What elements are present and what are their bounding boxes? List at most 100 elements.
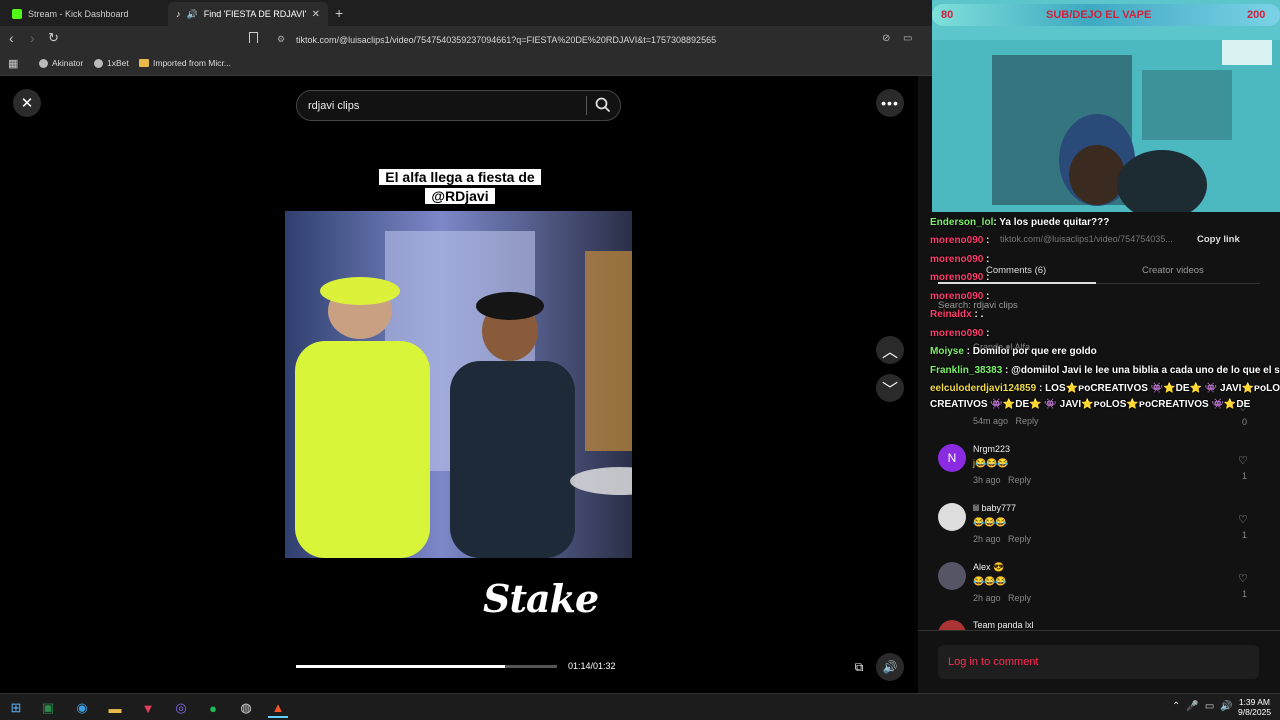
chat-text: : Ya los puede quitar???: [993, 217, 1110, 228]
volume-button[interactable]: 🔊: [876, 653, 904, 681]
tab-kick[interactable]: Stream - Kick Dashboard: [4, 2, 168, 26]
bookmark-folder-imported[interactable]: Imported from Micr...: [139, 58, 231, 68]
search-icon[interactable]: [595, 97, 611, 113]
clock[interactable]: 1:39 AM 9/8/2025: [1238, 697, 1271, 717]
like-count: 1: [1242, 471, 1248, 481]
comment-author[interactable]: lil baby777: [973, 503, 1016, 513]
chat-message: CREATIVOS 👾⭐DE⭐ 👾 JAVI⭐ᴘᴏLOS⭐ᴘᴏCREATIVOS…: [930, 399, 1250, 410]
bookmark-akinator[interactable]: Akinator: [39, 58, 83, 68]
bookmark-icon[interactable]: [249, 32, 258, 43]
chat-username[interactable]: eelculoderdjavi124859: [930, 383, 1036, 394]
cast-off-icon[interactable]: ⊘: [882, 33, 890, 44]
site-settings-icon[interactable]: ⚙: [277, 34, 285, 45]
back-button[interactable]: ‹: [9, 30, 14, 46]
chat-username[interactable]: moreno090: [930, 328, 983, 339]
chat-message: moreno090 :: [930, 291, 989, 302]
chat-username[interactable]: Enderson_lol: [930, 217, 993, 228]
comment-author[interactable]: Nrgm223: [973, 444, 1010, 454]
avatar[interactable]: [938, 620, 966, 630]
speaker-icon: 🔊: [186, 8, 198, 19]
file-explorer-icon[interactable]: ▬: [105, 698, 125, 718]
bookmark-label: Imported from Micr...: [153, 58, 231, 68]
like-icon[interactable]: ♡: [1238, 454, 1248, 467]
chat-text: : Domiloi por que ere goldo: [963, 346, 1097, 357]
chat-text: : @domiilol Javi le lee una biblia a cad…: [1002, 365, 1280, 376]
comments-divider: [918, 630, 1280, 631]
url-text: tiktok.com/@luisaclips1/video/7547540359…: [296, 34, 717, 45]
chat-message: moreno090 :: [930, 235, 989, 246]
copy-link-button[interactable]: Copy link: [1197, 234, 1240, 245]
reply-button[interactable]: Reply: [1008, 534, 1031, 544]
close-tab-icon[interactable]: ✕: [312, 9, 320, 20]
comment-meta: 3h ago Reply: [973, 475, 1032, 485]
chat-message: moreno090 :: [930, 272, 989, 283]
avatar[interactable]: [938, 503, 966, 531]
goal-title: SUB/DEJO EL VAPE: [1046, 9, 1152, 21]
spotify-icon[interactable]: ●: [203, 698, 223, 718]
avatar[interactable]: [938, 562, 966, 590]
windows-start-icon[interactable]: ⊞: [6, 698, 26, 718]
apps-grid-icon[interactable]: ▦: [8, 57, 18, 70]
like-icon[interactable]: ♡: [1238, 513, 1248, 526]
chat-username[interactable]: moreno090: [930, 272, 983, 283]
discord-icon[interactable]: ◎: [171, 698, 191, 718]
comment-author[interactable]: Team panda lxl: [973, 620, 1034, 630]
chat-username[interactable]: Moiyse: [930, 346, 964, 357]
webcam-overlay: [932, 0, 1280, 212]
kick-icon: [12, 9, 22, 19]
reply-button[interactable]: Reply: [1008, 593, 1031, 603]
next-video-button[interactable]: ﹀: [876, 374, 904, 402]
reply-button[interactable]: Reply: [1016, 416, 1039, 426]
tab-label: Stream - Kick Dashboard: [28, 9, 129, 19]
new-tab-button[interactable]: +: [335, 5, 343, 21]
bookmark-1xbet[interactable]: 1xBet: [94, 58, 129, 68]
comment-meta: 2h ago Reply: [973, 593, 1032, 603]
chat-username[interactable]: Reinaldx: [930, 309, 972, 320]
forward-button[interactable]: ›: [30, 30, 35, 46]
chat-username[interactable]: moreno090: [930, 291, 983, 302]
miniplayer-button[interactable]: ⧉: [845, 653, 873, 681]
chat-username[interactable]: Franklin_38383: [930, 365, 1002, 376]
comment-item: Alex 😎 😂😂😂 2h ago Reply ♡ 1: [938, 562, 1258, 612]
terminal-icon[interactable]: ▣: [38, 698, 58, 718]
comment-author[interactable]: Alex 😎: [973, 562, 1004, 573]
video-frame[interactable]: [285, 211, 632, 558]
address-bar[interactable]: ⚙ tiktok.com/@luisaclips1/video/75475403…: [270, 30, 920, 49]
tab-tiktok[interactable]: ♪ 🔊 Find 'FIESTA DE RDJAVI' on Ti ✕: [168, 2, 328, 26]
login-to-comment-button[interactable]: Log in to comment: [938, 645, 1259, 679]
chat-message: eelculoderdjavi124859 : LOS⭐ᴘᴏCREATIVOS …: [930, 383, 1280, 394]
tab-comments[interactable]: Comments (6): [986, 265, 1046, 276]
video-progress-fill: [296, 665, 505, 668]
brave-icon[interactable]: ▲: [268, 698, 288, 718]
previous-video-button[interactable]: ︿: [876, 336, 904, 364]
chevron-down-icon: ﹀: [881, 382, 898, 399]
video-progress-bar[interactable]: [296, 665, 557, 668]
app-icon[interactable]: ▼: [138, 698, 158, 718]
search-input[interactable]: rdjavi clips: [296, 90, 621, 121]
avatar[interactable]: N: [938, 444, 966, 472]
obs-icon[interactable]: ◍: [236, 698, 256, 718]
chat-username[interactable]: moreno090: [930, 235, 983, 246]
chat-username[interactable]: moreno090: [930, 254, 983, 265]
search-value: rdjavi clips: [308, 99, 360, 112]
chat-text: : LOS⭐ᴘᴏCREATIVOS 👾⭐DE⭐ 👾 JAVI⭐ᴘᴏLOS⭐ᴘᴏ: [1038, 383, 1280, 394]
comment-text: 😂😂😂: [973, 517, 1007, 527]
chat-text: :: [983, 235, 990, 246]
more-options-button[interactable]: •••: [876, 89, 904, 117]
reload-button[interactable]: ↻: [48, 30, 59, 46]
tab-creator-videos[interactable]: Creator videos: [1142, 265, 1204, 276]
system-tray-icons[interactable]: ⌃🎤▭🔊: [1172, 701, 1239, 712]
comment-meta: 54m ago Reply: [973, 416, 1039, 426]
chat-message: Enderson_lol: Ya los puede quitar???: [930, 217, 1109, 228]
comment-item: 54m ago Reply ♡ 0: [938, 402, 1258, 446]
picture-in-picture-icon[interactable]: ▭: [903, 33, 912, 44]
like-icon[interactable]: ♡: [1238, 572, 1248, 585]
chat-message: Moiyse : Domiloi por que ere goldo: [930, 346, 1097, 357]
reply-button[interactable]: Reply: [1008, 475, 1031, 485]
close-icon: ✕: [20, 95, 34, 112]
close-video-button[interactable]: ✕: [13, 89, 41, 117]
edge-icon[interactable]: ◉: [72, 698, 92, 718]
globe-icon: [94, 58, 103, 68]
comment-item: N Nrgm223 j😂😂😂 3h ago Reply ♡ 1: [938, 444, 1258, 494]
chat-text: : .: [971, 309, 984, 320]
